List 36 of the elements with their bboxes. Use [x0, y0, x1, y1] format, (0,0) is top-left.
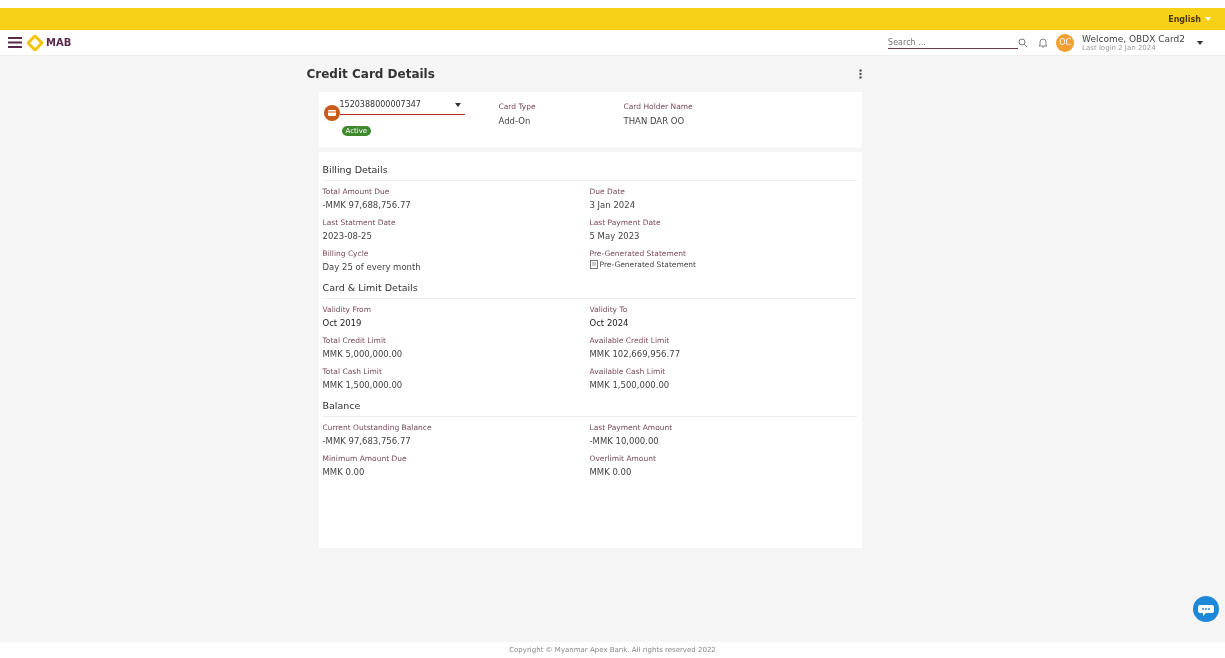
- field-value: MMK 0.00: [322, 467, 366, 477]
- caret-icon[interactable]: [454, 103, 461, 107]
- field-value: -MMK 10,000.00: [589, 436, 660, 446]
- page-title: Credit Card Details: [306, 67, 435, 81]
- field-value: MMK 1,500,000.00: [322, 380, 404, 390]
- field-value: MMK 5,000,000.00: [322, 349, 404, 359]
- section-title: Balance: [322, 396, 857, 417]
- more-options-icon[interactable]: [858, 69, 862, 79]
- welcome-text: Welcome, OBDX Card2: [1082, 33, 1185, 44]
- menu-icon[interactable]: [8, 37, 22, 48]
- field-value: -MMK 97,688,756.77: [322, 200, 412, 210]
- field-value: Add-On: [498, 116, 532, 126]
- field-value: Day 25 of every month: [322, 262, 422, 272]
- bell-icon[interactable]: [1038, 37, 1049, 48]
- field-value: 2023-08-25: [322, 231, 373, 241]
- section-title: Billing Details: [322, 160, 857, 181]
- search-icon[interactable]: [1018, 37, 1029, 48]
- field-value: THAN DAR OO: [623, 116, 686, 126]
- search-field[interactable]: Search ...: [888, 36, 1019, 49]
- field-value: Oct 2019: [322, 318, 363, 328]
- logo-text: MAB: [46, 37, 72, 48]
- logo-icon: [27, 34, 43, 51]
- chat-icon[interactable]: [1193, 596, 1219, 622]
- field-value: -MMK 97,683,756.77: [322, 436, 412, 446]
- card-number-dropdown[interactable]: 1520388000007347: [339, 100, 465, 115]
- field-value: MMK 1,500,000.00: [589, 380, 671, 390]
- caret-icon[interactable]: [1197, 40, 1203, 45]
- credit-card-icon: [323, 105, 340, 121]
- field-value: 3 Jan 2024: [589, 200, 637, 210]
- section-title: Card & Limit Details: [322, 278, 857, 299]
- field-value: 5 May 2023: [589, 231, 641, 241]
- field-value: MMK 102,669,956.77: [589, 349, 682, 359]
- field-value: Oct 2024: [589, 318, 630, 328]
- field-value: MMK 0.00: [589, 467, 633, 477]
- document-icon: [589, 260, 598, 269]
- language-selector[interactable]: English: [1168, 14, 1201, 24]
